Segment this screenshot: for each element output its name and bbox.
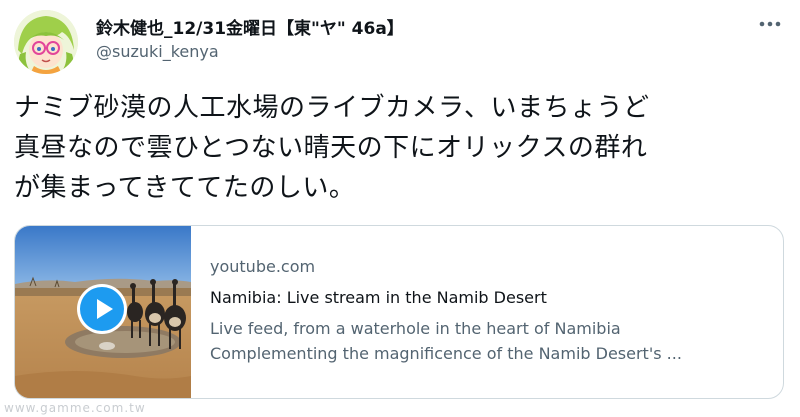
- user-handle[interactable]: @suzuki_kenya: [96, 42, 219, 61]
- tweet-text-line: ナミブ砂漠の人工水場のライブカメラ、いまちょうど: [14, 93, 650, 123]
- link-preview-card[interactable]: youtube.com Namibia: Live stream in the …: [14, 225, 784, 399]
- tweet: 鈴木健也_12/31金曜日【東"ヤ" 46a】 @suzuki_kenya ナミ…: [0, 0, 800, 417]
- more-dots-icon: [759, 21, 781, 27]
- card-title[interactable]: Namibia: Live stream in the Namib Desert: [210, 287, 770, 309]
- play-icon: [80, 287, 124, 331]
- avatar[interactable]: [14, 10, 78, 74]
- card-description-line: Complementing the magnificence of the Na…: [210, 344, 682, 363]
- play-button[interactable]: [77, 284, 127, 334]
- tweet-text: ナミブ砂漠の人工水場のライブカメラ、いまちょうど 真昼なので雲ひとつない晴天の下…: [14, 88, 789, 208]
- video-thumbnail[interactable]: [15, 226, 191, 398]
- tweet-text-line: 真昼なので雲ひとつない晴天の下にオリックスの群れ: [14, 133, 648, 163]
- avatar-image: [14, 10, 78, 74]
- card-info: youtube.com Namibia: Live stream in the …: [210, 256, 770, 365]
- watermark: www.gamme.com.tw: [4, 401, 146, 415]
- card-description-line: Live feed, from a waterhole in the heart…: [210, 319, 621, 338]
- display-name[interactable]: 鈴木健也_12/31金曜日【東"ヤ" 46a】: [96, 14, 404, 39]
- tweet-text-line: が集まってきててたのしい。: [14, 173, 356, 203]
- more-options-button[interactable]: [752, 6, 788, 42]
- card-domain: youtube.com: [210, 257, 316, 276]
